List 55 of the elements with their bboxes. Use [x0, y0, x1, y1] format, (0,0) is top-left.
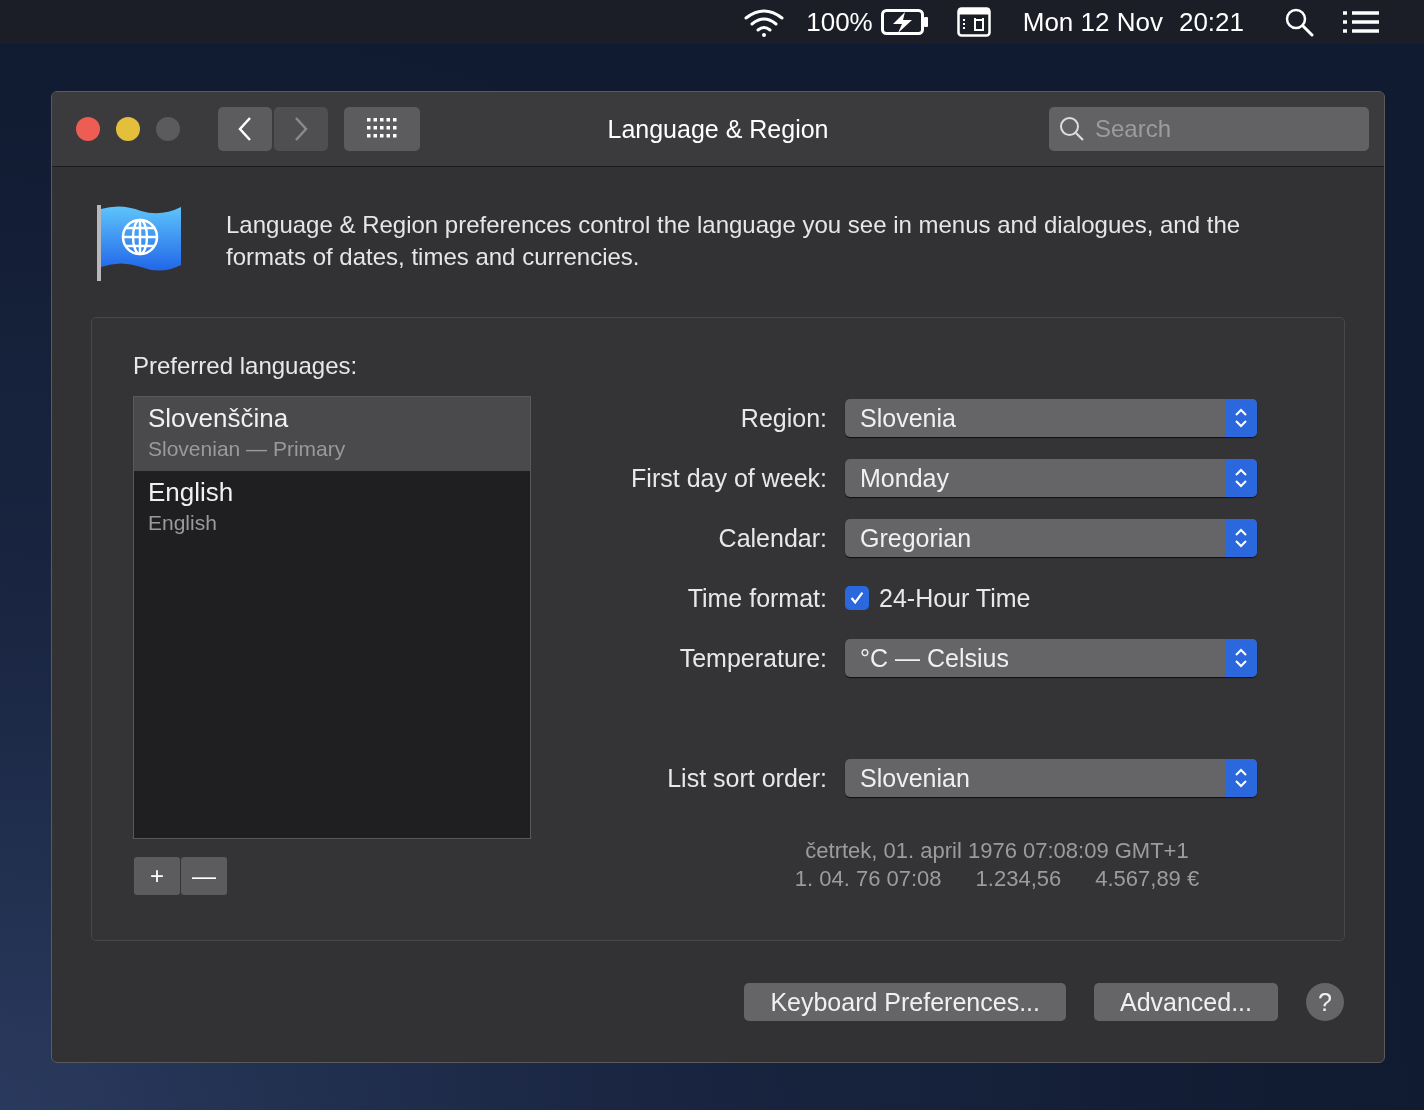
checkbox-label[interactable]: 24-Hour Time [879, 583, 1031, 613]
push-button[interactable]: Advanced... [1093, 983, 1278, 1021]
language-list[interactable]: Slovenščina Slovenian — Primary English English [133, 396, 531, 839]
language-item[interactable]: English English [134, 471, 530, 545]
language-detail: Slovenian — Primary [148, 437, 347, 461]
wifi-icon[interactable] [744, 7, 785, 37]
menu-icon[interactable] [1342, 10, 1380, 34]
popup-button[interactable]: Gregorian [845, 519, 1257, 557]
language-detail: English [148, 511, 218, 535]
chevron-left-icon [237, 115, 253, 143]
add-button[interactable]: + [134, 857, 180, 895]
number-format-sample: 1.234,56 [975, 865, 1062, 893]
close-button[interactable] [76, 117, 100, 141]
language-name: English [148, 477, 235, 508]
push-button[interactable]: Keyboard Preferences... [744, 983, 1066, 1021]
stepper-icon [1225, 519, 1257, 557]
menu-bar-date[interactable]: Mon 12 Nov [1022, 6, 1163, 38]
setting-label: Temperature: [678, 643, 827, 673]
popup-button[interactable]: Slovenia [845, 399, 1257, 437]
popup-button[interactable]: Monday [845, 459, 1257, 497]
setting-label: First day of week: [630, 463, 827, 493]
language-name: Slovenščina [148, 403, 290, 434]
language-item[interactable]: Slovenščina Slovenian — Primary [134, 397, 530, 471]
stepper-icon [1225, 399, 1257, 437]
popup-button[interactable]: Slovenian [845, 759, 1257, 797]
battery-percentage: 100% [806, 6, 873, 38]
stepper-icon [1225, 459, 1257, 497]
keyboard-viewer-icon[interactable] [956, 7, 991, 37]
globe-flag-icon [96, 205, 184, 281]
checkbox[interactable] [845, 586, 869, 610]
grid-icon [367, 118, 397, 140]
window-title: Language & Region [607, 114, 829, 144]
remove-button[interactable]: — [181, 857, 227, 895]
search-icon[interactable] [1284, 7, 1314, 37]
help-button[interactable]: ? [1306, 983, 1344, 1021]
show-all-button[interactable] [344, 107, 420, 151]
currency-format-sample: 4.567,89 € [1095, 865, 1200, 893]
checkmark-icon [848, 589, 866, 607]
search-field[interactable]: Search [1049, 107, 1369, 151]
back-button[interactable] [218, 107, 272, 151]
description-text: Language & Region preferences control the language you see in menus and dialogues, and the formats of dates, times and currencies. [226, 210, 1242, 272]
setting-label: Calendar: [717, 523, 827, 553]
stepper-icon [1225, 639, 1257, 677]
popup-button[interactable]: °C — Celsius [845, 639, 1257, 677]
setting-label: Region: [739, 403, 827, 433]
battery-charging-icon[interactable] [880, 9, 929, 35]
short-date-sample: 1. 04. 76 07:08 [794, 865, 942, 893]
chevron-right-icon [293, 115, 309, 143]
section-title: Preferred languages: [133, 352, 359, 380]
stepper-icon [1225, 759, 1257, 797]
setting-label: List sort order: [666, 763, 827, 793]
setting-label: Time format: [686, 583, 827, 613]
menu-bar-clock[interactable]: 20:21 [1178, 6, 1244, 38]
date-format-sample: četrtek, 01. april 1976 07:08:09 GMT+1 [805, 837, 1189, 865]
minimize-button[interactable] [116, 117, 140, 141]
